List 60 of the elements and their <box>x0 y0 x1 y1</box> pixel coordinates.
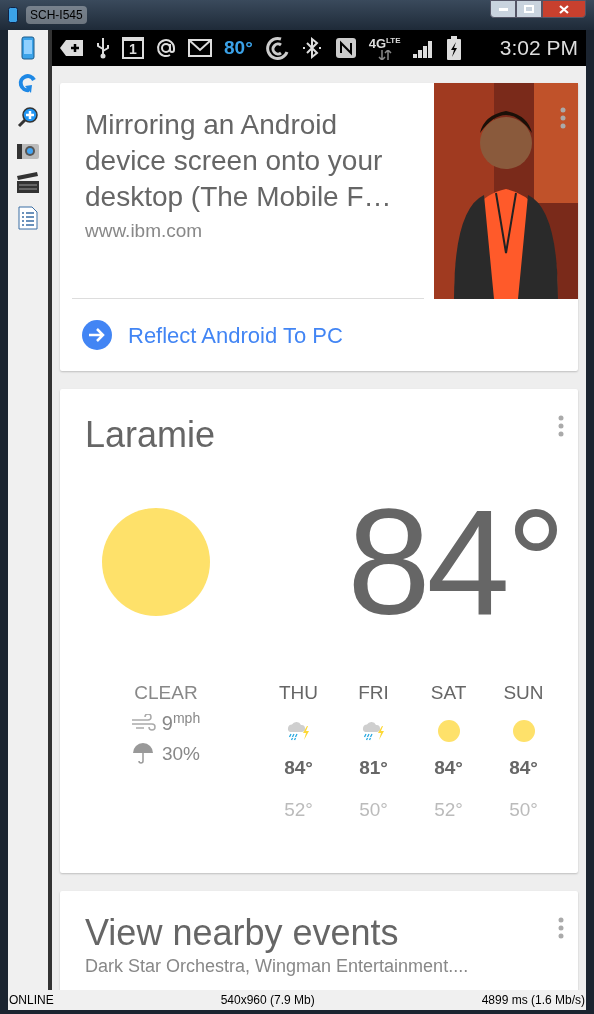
article-source: www.ibm.com <box>85 219 204 243</box>
forecast-high: 84° <box>434 755 463 780</box>
city-name: Laramie <box>85 413 216 457</box>
close-button[interactable] <box>542 0 586 18</box>
weather-card[interactable]: Laramie 84° CLEAR 9$^{mph}$ 30% THU 84° 52° FRI 81° 50° SAT 84° 52° SUN 84° 50° <box>60 389 578 873</box>
connection-status: ONLINE <box>9 992 54 1009</box>
usb-icon <box>96 37 110 59</box>
forecast-high: 84° <box>284 755 313 780</box>
forecast-low: 52° <box>434 798 463 822</box>
at-sign-icon <box>156 38 176 58</box>
forecast-low: 52° <box>284 798 313 822</box>
sun-icon <box>512 719 535 742</box>
close-icon <box>559 4 569 14</box>
timing-info: 4899 ms (1.6 Mb/s) <box>481 992 585 1009</box>
forecast-day: SUN <box>503 679 544 708</box>
mail-icon <box>188 39 212 57</box>
forecast-day: FRI <box>358 679 389 708</box>
bluetooth-icon <box>300 37 323 59</box>
data-arrows-icon <box>377 49 392 60</box>
article-title[interactable]: Mirroring an Android device screen onto your desktop (The Mobile F… <box>85 107 410 215</box>
forecast-day: THU <box>278 679 319 708</box>
calendar-icon: 1 <box>122 37 144 59</box>
phone-icon[interactable] <box>21 36 35 60</box>
sun-icon <box>102 508 210 616</box>
events-title: View nearby events <box>85 911 399 955</box>
article-card[interactable]: Mirroring an Android device screen onto your desktop (The Mobile F… www.ibm.com Reflect Android To PC <box>60 83 578 371</box>
tag-plus-icon <box>60 39 84 57</box>
events-card[interactable]: View nearby events Dark Star Orchestra, Wingman Entertainment.... <box>60 891 578 990</box>
maximize-icon <box>524 5 534 13</box>
events-subtitle: Dark Star Orchestra, Wingman Entertainment.... <box>85 955 469 977</box>
arrow-right-icon <box>82 320 112 350</box>
current-temperature: 84° <box>347 487 562 637</box>
battery-charging-icon <box>446 36 461 60</box>
forecast-high: 84° <box>509 755 538 780</box>
article-link[interactable]: Reflect Android To PC <box>60 299 578 371</box>
storm-icon <box>285 719 312 742</box>
condition-label: CLEAR <box>134 681 198 705</box>
wind-icon <box>131 713 156 732</box>
temperature-text: 80° <box>224 35 253 60</box>
forecast-low: 50° <box>359 798 388 822</box>
forecast-day: SAT <box>430 679 467 708</box>
minimize-icon <box>498 7 508 11</box>
nfc-icon <box>334 37 357 59</box>
forecast-high: 81° <box>359 755 388 780</box>
resolution-info: 540x960 (7.9 Mb) <box>220 992 315 1009</box>
phone-icon <box>8 7 18 23</box>
minimize-button[interactable] <box>490 0 516 18</box>
zoom-in-icon[interactable] <box>17 106 39 128</box>
sun-icon <box>437 719 460 742</box>
window-title: SCH-I545 <box>26 6 87 24</box>
umbrella-icon <box>132 742 154 765</box>
precipitation-chance: 30% <box>162 741 200 766</box>
document-icon[interactable] <box>18 206 38 230</box>
storm-icon <box>360 719 387 742</box>
clock-text: 3:02 PM <box>499 35 578 62</box>
maximize-button[interactable] <box>516 0 542 18</box>
forecast-low: 50° <box>509 798 538 822</box>
clapperboard-icon[interactable] <box>16 172 40 194</box>
signal-icon <box>412 38 435 58</box>
wind-speed: 9$^{mph}$ <box>161 708 201 736</box>
